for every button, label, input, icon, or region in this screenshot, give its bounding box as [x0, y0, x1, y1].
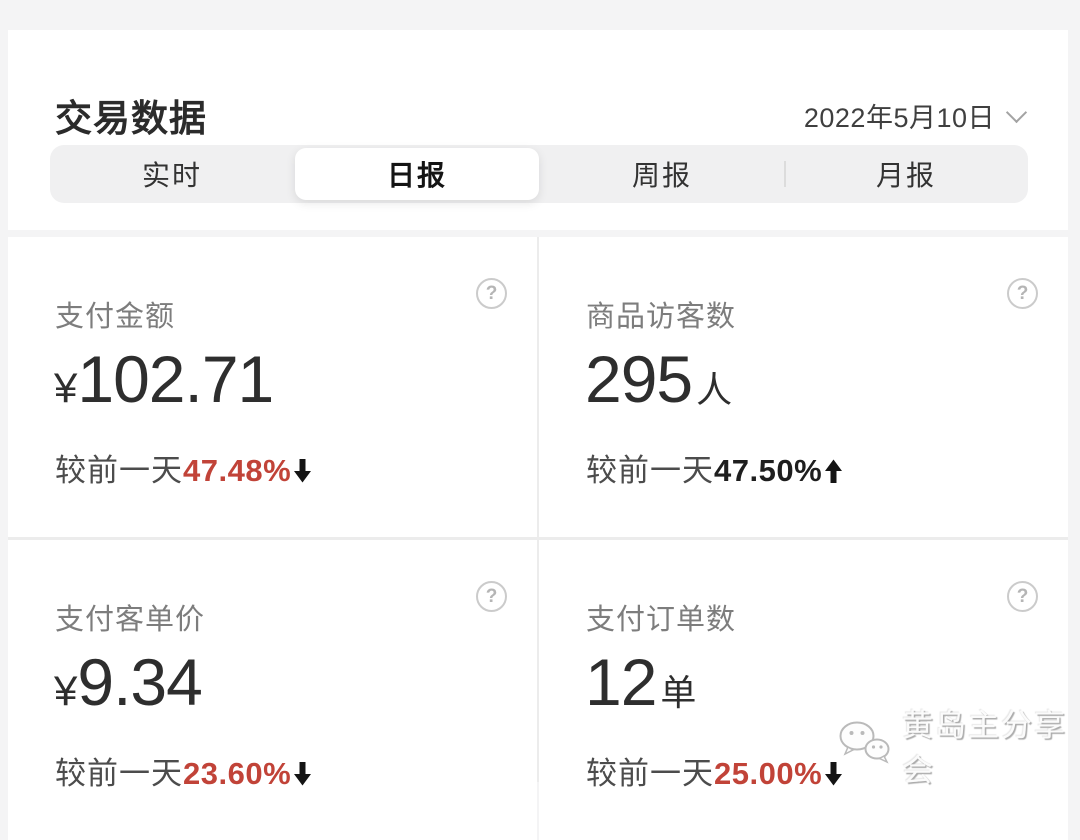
trend-arrow-icon — [294, 459, 312, 483]
trend-arrow-icon — [294, 762, 312, 786]
tab-divider — [783, 161, 786, 187]
card-payment-orders[interactable]: ? 支付订单数 12 单 较前一天 25.00% — [539, 540, 1068, 840]
metric-change: 较前一天 47.50% — [586, 445, 843, 490]
trend-arrow-icon — [825, 762, 843, 786]
compare-label: 较前一天 — [55, 453, 183, 488]
metric-change: 较前一天 23.60% — [55, 748, 312, 793]
metric-number: 295 — [585, 342, 693, 416]
change-percent: 25.00% — [714, 756, 823, 791]
metric-value: 295 人 — [585, 341, 732, 417]
trend-arrow-icon — [825, 459, 843, 483]
tab-monthly[interactable]: 月报 — [784, 145, 1028, 203]
compare-label: 较前一天 — [55, 756, 183, 791]
metric-change: 较前一天 25.00% — [586, 748, 843, 793]
page-title: 交易数据 — [55, 98, 207, 139]
currency-symbol: ¥ — [54, 364, 78, 411]
metric-label: 支付金额 — [55, 301, 176, 333]
metric-number: 9.34 — [77, 645, 202, 719]
report-period-tabbar: 实时 日报 周报 月报 — [50, 145, 1028, 203]
change-percent: 47.48% — [183, 453, 292, 488]
metric-label: 商品访客数 — [586, 301, 737, 333]
card-payment-per-customer[interactable]: ? 支付客单价 ¥ 9.34 较前一天 23.60% — [8, 540, 537, 840]
metric-number: 12 — [585, 645, 657, 719]
compare-label: 较前一天 — [586, 453, 714, 488]
compare-label: 较前一天 — [586, 756, 714, 791]
tab-weekly[interactable]: 周报 — [540, 145, 784, 203]
metric-unit: 人 — [696, 369, 733, 410]
header-panel: 交易数据 2022年5月10日 实时 日报 周报 月报 — [8, 30, 1068, 230]
tab-daily[interactable]: 日报 — [295, 148, 539, 200]
card-payment-amount[interactable]: ? 支付金额 ¥ 102.71 较前一天 47.48% — [8, 237, 537, 537]
metric-value: ¥ 9.34 — [54, 644, 206, 720]
metric-value: ¥ 102.71 — [54, 341, 277, 417]
currency-symbol: ¥ — [54, 667, 78, 714]
metric-cards-grid: ? 支付金额 ¥ 102.71 较前一天 47.48% ? 商品访客数 295 … — [8, 237, 1068, 840]
tab-realtime[interactable]: 实时 — [50, 145, 294, 203]
chevron-down-icon — [1005, 101, 1028, 124]
help-icon[interactable]: ? — [476, 581, 507, 612]
date-picker-value: 2022年5月10日 — [803, 103, 995, 133]
metric-change: 较前一天 47.48% — [55, 445, 312, 490]
metric-number: 102.71 — [77, 342, 274, 416]
change-percent: 47.50% — [714, 453, 823, 488]
help-icon[interactable]: ? — [476, 278, 507, 309]
help-icon[interactable]: ? — [1007, 278, 1038, 309]
metric-label: 支付客单价 — [55, 604, 206, 636]
metric-label: 支付订单数 — [586, 604, 737, 636]
card-product-visitors[interactable]: ? 商品访客数 295 人 较前一天 47.50% — [539, 237, 1068, 537]
change-percent: 23.60% — [183, 756, 292, 791]
metric-value: 12 单 — [585, 644, 696, 720]
metric-unit: 单 — [660, 672, 697, 713]
help-icon[interactable]: ? — [1007, 581, 1038, 612]
date-picker[interactable]: 2022年5月10日 — [803, 96, 1028, 135]
